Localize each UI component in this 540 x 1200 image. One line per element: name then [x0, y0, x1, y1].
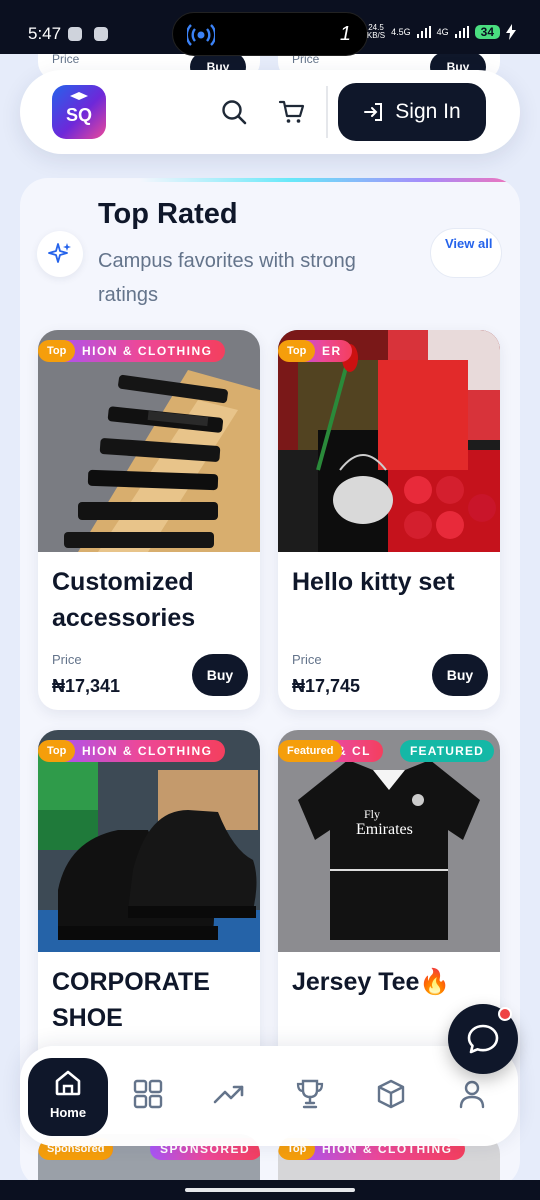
price-label: Price — [292, 652, 322, 667]
product-card[interactable]: ER Top Hello kitty set Price ₦17,745 Buy — [278, 330, 500, 710]
dynamic-island: 1 — [172, 12, 368, 56]
jersey-tee-image: Fly Emirates — [278, 730, 500, 952]
svg-text:Fly: Fly — [364, 807, 380, 821]
category-badge: HION & CLOTHING — [52, 340, 225, 362]
trophy-icon[interactable] — [294, 1078, 326, 1110]
broadcast-icon — [187, 24, 215, 46]
home-indicator[interactable] — [185, 1188, 355, 1192]
signal-icon-2 — [454, 26, 469, 38]
home-icon — [55, 1070, 81, 1096]
section-title: Top Rated — [98, 198, 238, 230]
profile-icon[interactable] — [456, 1078, 488, 1110]
featured-badge: Featured — [278, 740, 343, 762]
nav-home[interactable]: Home — [28, 1058, 108, 1136]
trending-icon[interactable] — [213, 1078, 245, 1110]
notification-dot — [498, 1007, 512, 1021]
top-badge: Top — [38, 340, 76, 362]
categories-icon[interactable] — [132, 1078, 164, 1110]
product-name: Jersey Tee🔥 — [292, 968, 451, 996]
network-label-2: 4G — [436, 27, 449, 37]
buy-button[interactable]: Buy — [192, 654, 248, 696]
top-header: SQ Sign In — [20, 70, 520, 154]
category-badge: HION & CLOTHING — [52, 740, 225, 762]
graduation-cap-icon — [70, 92, 88, 100]
network-label-1: 4.5G — [391, 27, 411, 37]
buy-button[interactable]: Buy — [432, 654, 488, 696]
section-subtitle: Campus favorites with strong ratings — [98, 250, 356, 306]
product-price: ₦17,745 — [292, 676, 361, 696]
nav-home-label: Home — [49, 1105, 87, 1120]
gesture-bar — [0, 1180, 540, 1200]
corporate-shoe-image — [38, 730, 260, 952]
product-price: ₦17,341 — [52, 676, 121, 696]
login-icon — [364, 103, 383, 121]
price-label: Price — [52, 652, 82, 667]
product-card[interactable]: HION & CLOTHING Top Customized accessori… — [38, 330, 260, 710]
featured-label-badge: FEATURED — [400, 740, 495, 762]
product-name: Customized accessories — [52, 568, 196, 632]
product-image[interactable]: ER Top — [278, 330, 500, 552]
bracelets-image — [38, 330, 260, 552]
search-icon[interactable] — [220, 98, 248, 126]
status-bar: 5:47 1 24.5 KB/S 4.5G 4G 34 — [0, 0, 540, 56]
whatsapp-icon — [68, 27, 82, 41]
product-image[interactable]: HION & CLOTHING Top — [38, 330, 260, 552]
cart-icon[interactable] — [278, 98, 306, 126]
svg-text:Emirates: Emirates — [356, 821, 413, 838]
product-name: CORPORATE SHOE — [52, 968, 210, 1032]
chat-bubble-icon — [467, 1024, 499, 1054]
chat-button[interactable] — [448, 1004, 518, 1074]
header-divider — [326, 86, 328, 138]
status-indicators: 24.5 KB/S 4.5G 4G 34 — [367, 24, 516, 40]
sparkles-icon — [48, 243, 71, 263]
battery-indicator: 34 — [474, 25, 500, 39]
box-icon[interactable] — [375, 1078, 407, 1110]
sign-in-label: Sign In — [395, 100, 461, 123]
logo-text: SQ — [65, 105, 92, 125]
top-rated-section: Top Rated Campus favorites with strong r… — [20, 178, 520, 1188]
app-notification-icon — [94, 27, 108, 41]
top-badge: Top — [278, 340, 316, 362]
top-badge: Top — [38, 740, 76, 762]
product-image[interactable]: Fly Emirates N & CL Featured FEATURED — [278, 730, 500, 952]
price-label: Price — [52, 52, 80, 66]
sign-in-button[interactable]: Sign In — [338, 83, 486, 141]
bottom-navigation: Home — [20, 1046, 518, 1146]
section-icon — [37, 231, 83, 277]
net-speed-unit: KB/S — [366, 31, 386, 40]
app-logo[interactable]: SQ — [52, 85, 106, 139]
view-all-link[interactable]: View all — [430, 228, 502, 278]
signal-icon — [416, 26, 431, 38]
hello-kitty-set-image — [278, 330, 500, 552]
section-accent-line — [140, 178, 520, 182]
product-image[interactable]: HION & CLOTHING Top — [38, 730, 260, 952]
charging-icon — [506, 24, 516, 40]
island-number: 1 — [339, 23, 351, 45]
status-time: 5:47 — [28, 24, 62, 43]
product-name: Hello kitty set — [292, 568, 455, 596]
